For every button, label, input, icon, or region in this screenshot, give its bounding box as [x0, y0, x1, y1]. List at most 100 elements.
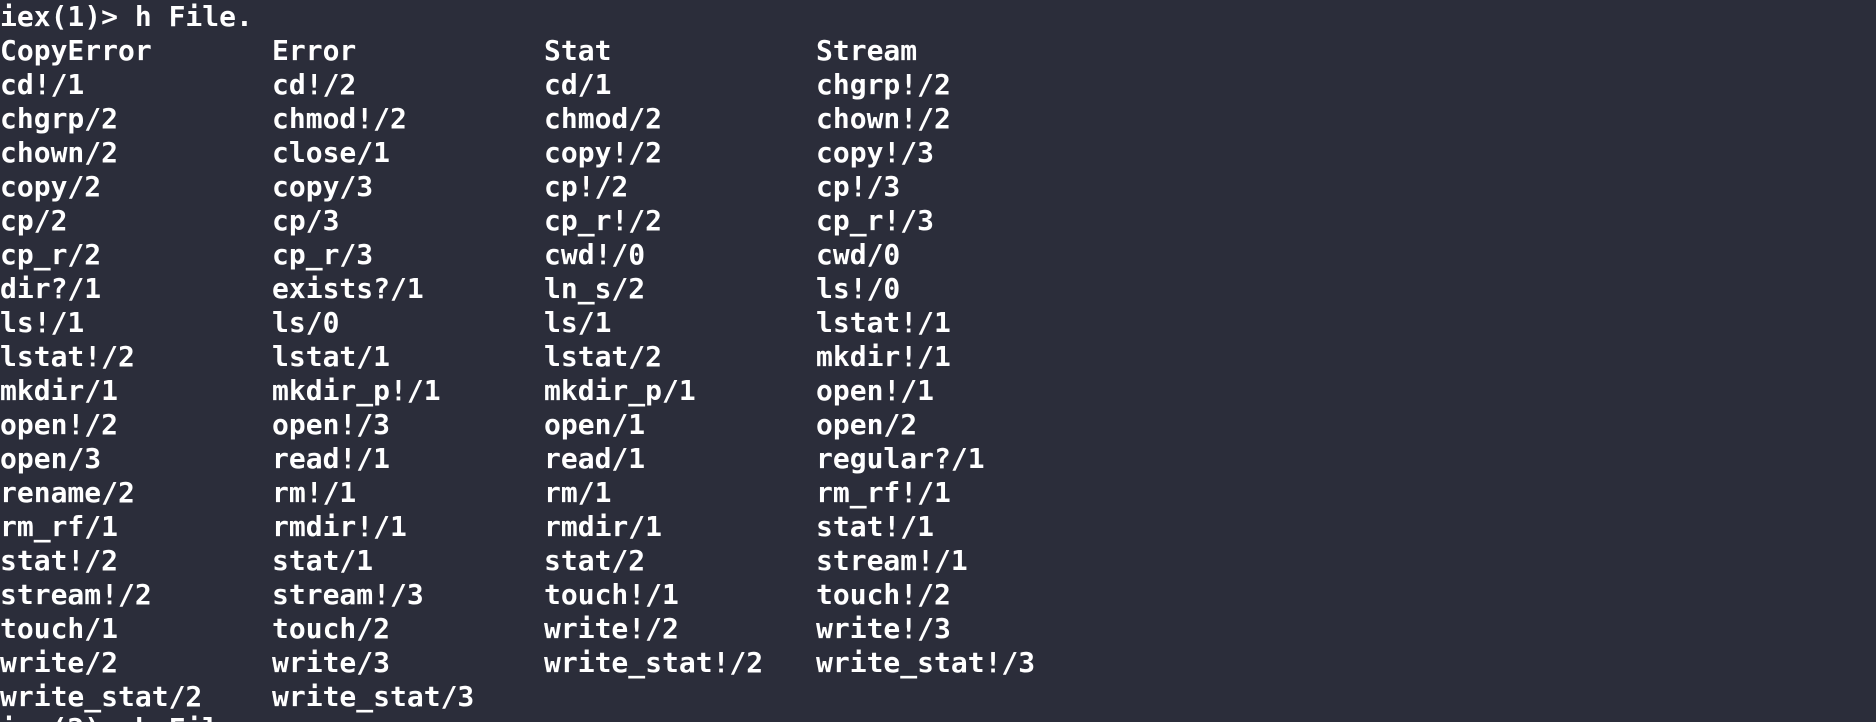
completion-item: read!/1 [272, 442, 391, 475]
completion-item: mkdir/1 [0, 374, 119, 407]
completion-item: CopyError [0, 34, 152, 67]
prompt-line: iex(1)> h File. [0, 0, 253, 33]
completion-item: stat/2 [544, 544, 646, 577]
completion-item: Stat [544, 34, 612, 67]
completion-item: lstat/2 [544, 340, 663, 373]
completion-item: chown!/2 [816, 102, 951, 135]
completion-item: chown/2 [0, 136, 119, 169]
completion-item: dir?/1 [0, 272, 102, 305]
completion-item: ln_s/2 [544, 272, 646, 305]
completion-item: rmdir!/1 [272, 510, 407, 543]
completion-item: cd/1 [544, 68, 612, 101]
completion-row: mkdir/1 mkdir_p!/1 mkdir_p/1 open!/1 [0, 374, 1876, 408]
completion-item: regular?/1 [816, 442, 985, 475]
completion-item: chgrp!/2 [816, 68, 951, 101]
completion-item: cd!/1 [0, 68, 85, 101]
completion-item: write_stat/3 [272, 680, 475, 713]
completion-item: cp_r/3 [272, 238, 374, 271]
completion-item: cp_r!/3 [816, 204, 935, 237]
completion-item: rm_rf/1 [0, 510, 119, 543]
completion-item: rmdir/1 [544, 510, 663, 543]
completion-item: mkdir_p/1 [544, 374, 696, 407]
completion-item: cp/2 [0, 204, 68, 237]
completion-item: cd!/2 [272, 68, 357, 101]
completion-item: cwd!/0 [544, 238, 646, 271]
completion-item: Error [272, 34, 357, 67]
completion-item: touch/2 [272, 612, 391, 645]
completion-item: cwd/0 [816, 238, 901, 271]
completion-item: cp_r/2 [0, 238, 102, 271]
completion-row: lstat!/2 lstat/1 lstat/2 mkdir!/1 [0, 340, 1876, 374]
completion-item: write_stat!/2 [544, 646, 764, 679]
completion-row: touch/1 touch/2 write!/2 write!/3 [0, 612, 1876, 646]
completion-row: rm_rf/1 rmdir!/1 rmdir/1 stat!/1 [0, 510, 1876, 544]
completion-item: write!/3 [816, 612, 951, 645]
completion-item: chmod!/2 [272, 102, 407, 135]
completion-item: rename/2 [0, 476, 135, 509]
completion-item: chgrp/2 [0, 102, 119, 135]
completion-row: stream!/2 stream!/3 touch!/1 touch!/2 [0, 578, 1876, 612]
completion-row: stat!/2 stat/1 stat/2 stream!/1 [0, 544, 1876, 578]
completion-item: lstat!/2 [0, 340, 135, 373]
completion-row: cp/2 cp/3 cp_r!/2 cp_r!/3 [0, 204, 1876, 238]
completion-item: open/1 [544, 408, 646, 441]
completion-item: write_stat!/3 [816, 646, 1036, 679]
completion-item: stream!/1 [816, 544, 968, 577]
completion-item: write!/2 [544, 612, 679, 645]
completion-item: cp!/2 [544, 170, 629, 203]
completion-item: ls/1 [544, 306, 612, 339]
completion-item: mkdir_p!/1 [272, 374, 441, 407]
completion-item: ls!/0 [816, 272, 901, 305]
terminal-window[interactable]: iex(1)> h File. CopyError Error Stat Stream… [0, 0, 1876, 722]
completion-item: open/2 [816, 408, 918, 441]
completion-item: touch!/2 [816, 578, 951, 611]
completion-row: chown/2 close/1 copy!/2 copy!/3 [0, 136, 1876, 170]
completion-item: chmod/2 [544, 102, 663, 135]
completion-item: lstat!/1 [816, 306, 951, 339]
completion-item: write/3 [272, 646, 391, 679]
completion-item: open!/1 [816, 374, 935, 407]
completion-row: dir?/1 exists?/1 ln_s/2 ls!/0 [0, 272, 1876, 306]
completion-row: copy/2 copy/3 cp!/2 cp!/3 [0, 170, 1876, 204]
completion-row: cp_r/2 cp_r/3 cwd!/0 cwd/0 [0, 238, 1876, 272]
completion-item: copy!/2 [544, 136, 663, 169]
completion-row: ls!/1 ls/0 ls/1 lstat!/1 [0, 306, 1876, 340]
completion-item: lstat/1 [272, 340, 391, 373]
completion-item: copy/3 [272, 170, 374, 203]
completion-item: rm/1 [544, 476, 612, 509]
completion-item: stream!/3 [272, 578, 424, 611]
completion-row: open/3 read!/1 read/1 regular?/1 [0, 442, 1876, 476]
completion-item: rm_rf!/1 [816, 476, 951, 509]
next-prompt-line: iex(2)> h File. [0, 712, 253, 722]
completion-item: cp/3 [272, 204, 340, 237]
completion-item: cp!/3 [816, 170, 901, 203]
completion-item: rm!/1 [272, 476, 357, 509]
completion-item: touch/1 [0, 612, 119, 645]
completion-item: close/1 [272, 136, 391, 169]
completion-item: stat/1 [272, 544, 374, 577]
completion-item: copy!/3 [816, 136, 935, 169]
completion-item: copy/2 [0, 170, 102, 203]
completion-item: cp_r!/2 [544, 204, 663, 237]
completion-item: stream!/2 [0, 578, 152, 611]
completion-row: CopyError Error Stat Stream [0, 34, 1876, 68]
completion-item: open!/2 [0, 408, 119, 441]
completion-item: read/1 [544, 442, 646, 475]
completion-item: ls!/1 [0, 306, 85, 339]
completion-item: ls/0 [272, 306, 340, 339]
completion-row: write_stat/2 write_stat/3 [0, 680, 1876, 714]
completion-item: open/3 [0, 442, 102, 475]
completion-item: write/2 [0, 646, 119, 679]
completion-item: exists?/1 [272, 272, 424, 305]
completion-row: open!/2 open!/3 open/1 open/2 [0, 408, 1876, 442]
completion-row: cd!/1 cd!/2 cd/1 chgrp!/2 [0, 68, 1876, 102]
completion-row: chgrp/2 chmod!/2 chmod/2 chown!/2 [0, 102, 1876, 136]
completion-row: rename/2 rm!/1 rm/1 rm_rf!/1 [0, 476, 1876, 510]
completion-item: write_stat/2 [0, 680, 203, 713]
completion-item: stat!/2 [0, 544, 119, 577]
completion-item: Stream [816, 34, 918, 67]
completion-item: open!/3 [272, 408, 391, 441]
completion-item: stat!/1 [816, 510, 935, 543]
completion-item: mkdir!/1 [816, 340, 951, 373]
completion-item: touch!/1 [544, 578, 679, 611]
